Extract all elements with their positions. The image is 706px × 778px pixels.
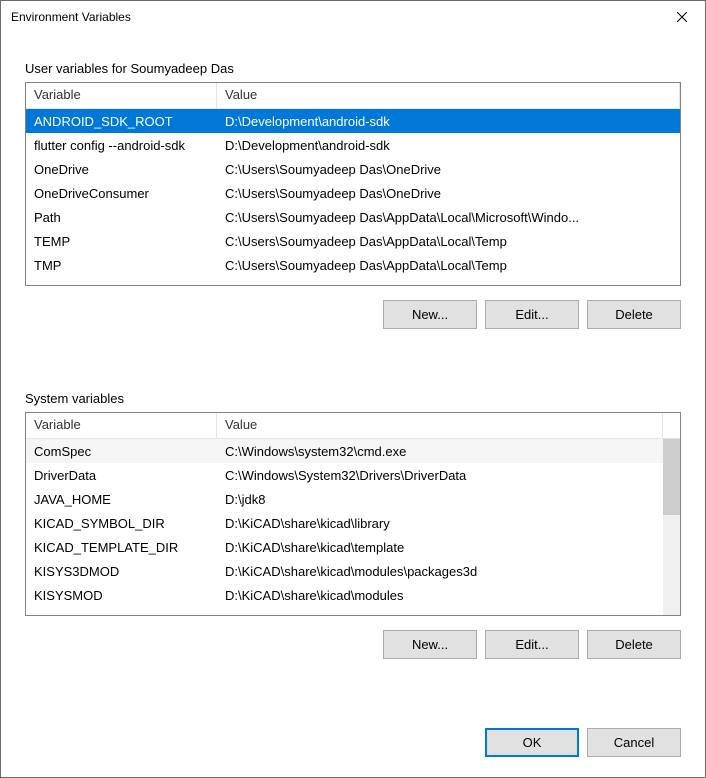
system-edit-button[interactable]: Edit...: [485, 630, 579, 659]
table-row[interactable]: DriverDataC:\Windows\System32\Drivers\Dr…: [26, 463, 680, 487]
value-cell: C:\Windows\System32\Drivers\DriverData: [217, 466, 680, 485]
header-scroll-spacer: [663, 413, 680, 439]
column-header-value[interactable]: Value: [217, 83, 680, 109]
variable-cell: KISYS3DMOD: [26, 562, 217, 581]
value-cell: C:\Users\Soumyadeep Das\AppData\Local\Mi…: [217, 208, 680, 227]
table-row[interactable]: TEMPC:\Users\Soumyadeep Das\AppData\Loca…: [26, 229, 680, 253]
list-header: Variable Value: [26, 83, 680, 109]
system-variables-label: System variables: [25, 391, 681, 406]
value-cell: C:\Users\Soumyadeep Das\AppData\Local\Te…: [217, 232, 680, 251]
list-body: ANDROID_SDK_ROOTD:\Development\android-s…: [26, 109, 680, 277]
table-row[interactable]: KICAD_TEMPLATE_DIRD:\KiCAD\share\kicad\t…: [26, 535, 680, 559]
value-cell: D:\jdk8: [217, 490, 680, 509]
value-cell: D:\KiCAD\share\kicad\library: [217, 514, 680, 533]
variable-cell: Path: [26, 208, 217, 227]
list-body: ComSpecC:\Windows\system32\cmd.exeDriver…: [26, 439, 680, 607]
system-delete-button[interactable]: Delete: [587, 630, 681, 659]
table-row[interactable]: PathC:\Users\Soumyadeep Das\AppData\Loca…: [26, 205, 680, 229]
scrollbar-thumb[interactable]: [663, 439, 680, 515]
variable-cell: JAVA_HOME: [26, 490, 217, 509]
variable-cell: TMP: [26, 256, 217, 275]
value-cell: D:\Development\android-sdk: [217, 112, 680, 131]
system-variables-list[interactable]: Variable Value ComSpecC:\Windows\system3…: [25, 412, 681, 616]
variable-cell: ANDROID_SDK_ROOT: [26, 112, 217, 131]
user-buttons: New... Edit... Delete: [25, 300, 681, 329]
dialog-content: User variables for Soumyadeep Das Variab…: [1, 33, 705, 710]
value-cell: C:\Windows\system32\cmd.exe: [217, 442, 680, 461]
value-cell: C:\Users\Soumyadeep Das\OneDrive: [217, 184, 680, 203]
environment-variables-dialog: Environment Variables User variables for…: [0, 0, 706, 778]
close-icon: [677, 12, 687, 22]
variable-cell: KICAD_SYMBOL_DIR: [26, 514, 217, 533]
table-row[interactable]: KISYS3DMODD:\KiCAD\share\kicad\modules\p…: [26, 559, 680, 583]
user-edit-button[interactable]: Edit...: [485, 300, 579, 329]
ok-button[interactable]: OK: [485, 728, 579, 757]
user-variables-list[interactable]: Variable Value ANDROID_SDK_ROOTD:\Develo…: [25, 82, 681, 286]
table-row[interactable]: ANDROID_SDK_ROOTD:\Development\android-s…: [26, 109, 680, 133]
scrollbar[interactable]: [663, 439, 680, 615]
variable-cell: OneDrive: [26, 160, 217, 179]
dialog-title: Environment Variables: [11, 10, 659, 24]
close-button[interactable]: [659, 2, 705, 32]
column-header-variable[interactable]: Variable: [26, 83, 217, 109]
cancel-button[interactable]: Cancel: [587, 728, 681, 757]
table-row[interactable]: ComSpecC:\Windows\system32\cmd.exe: [26, 439, 680, 463]
variable-cell: OneDriveConsumer: [26, 184, 217, 203]
table-row[interactable]: JAVA_HOMED:\jdk8: [26, 487, 680, 511]
value-cell: D:\KiCAD\share\kicad\modules\packages3d: [217, 562, 680, 581]
variable-cell: TEMP: [26, 232, 217, 251]
user-new-button[interactable]: New...: [383, 300, 477, 329]
column-header-value[interactable]: Value: [217, 413, 663, 439]
table-row[interactable]: flutter config --android-sdkD:\Developme…: [26, 133, 680, 157]
list-header: Variable Value: [26, 413, 680, 439]
value-cell: D:\KiCAD\share\kicad\template: [217, 538, 680, 557]
value-cell: D:\KiCAD\share\kicad\modules: [217, 586, 680, 605]
variable-cell: KICAD_TEMPLATE_DIR: [26, 538, 217, 557]
system-new-button[interactable]: New...: [383, 630, 477, 659]
variable-cell: KISYSMOD: [26, 586, 217, 605]
titlebar: Environment Variables: [1, 1, 705, 33]
variable-cell: DriverData: [26, 466, 217, 485]
table-row[interactable]: OneDriveConsumerC:\Users\Soumyadeep Das\…: [26, 181, 680, 205]
dialog-buttons: OK Cancel: [1, 710, 705, 777]
table-row[interactable]: KISYSMODD:\KiCAD\share\kicad\modules: [26, 583, 680, 607]
table-row[interactable]: KICAD_SYMBOL_DIRD:\KiCAD\share\kicad\lib…: [26, 511, 680, 535]
variable-cell: flutter config --android-sdk: [26, 136, 217, 155]
value-cell: D:\Development\android-sdk: [217, 136, 680, 155]
table-row[interactable]: TMPC:\Users\Soumyadeep Das\AppData\Local…: [26, 253, 680, 277]
value-cell: C:\Users\Soumyadeep Das\AppData\Local\Te…: [217, 256, 680, 275]
variable-cell: ComSpec: [26, 442, 217, 461]
column-header-variable[interactable]: Variable: [26, 413, 217, 439]
table-row[interactable]: OneDriveC:\Users\Soumyadeep Das\OneDrive: [26, 157, 680, 181]
value-cell: C:\Users\Soumyadeep Das\OneDrive: [217, 160, 680, 179]
user-delete-button[interactable]: Delete: [587, 300, 681, 329]
user-variables-label: User variables for Soumyadeep Das: [25, 61, 681, 76]
system-buttons: New... Edit... Delete: [25, 630, 681, 659]
